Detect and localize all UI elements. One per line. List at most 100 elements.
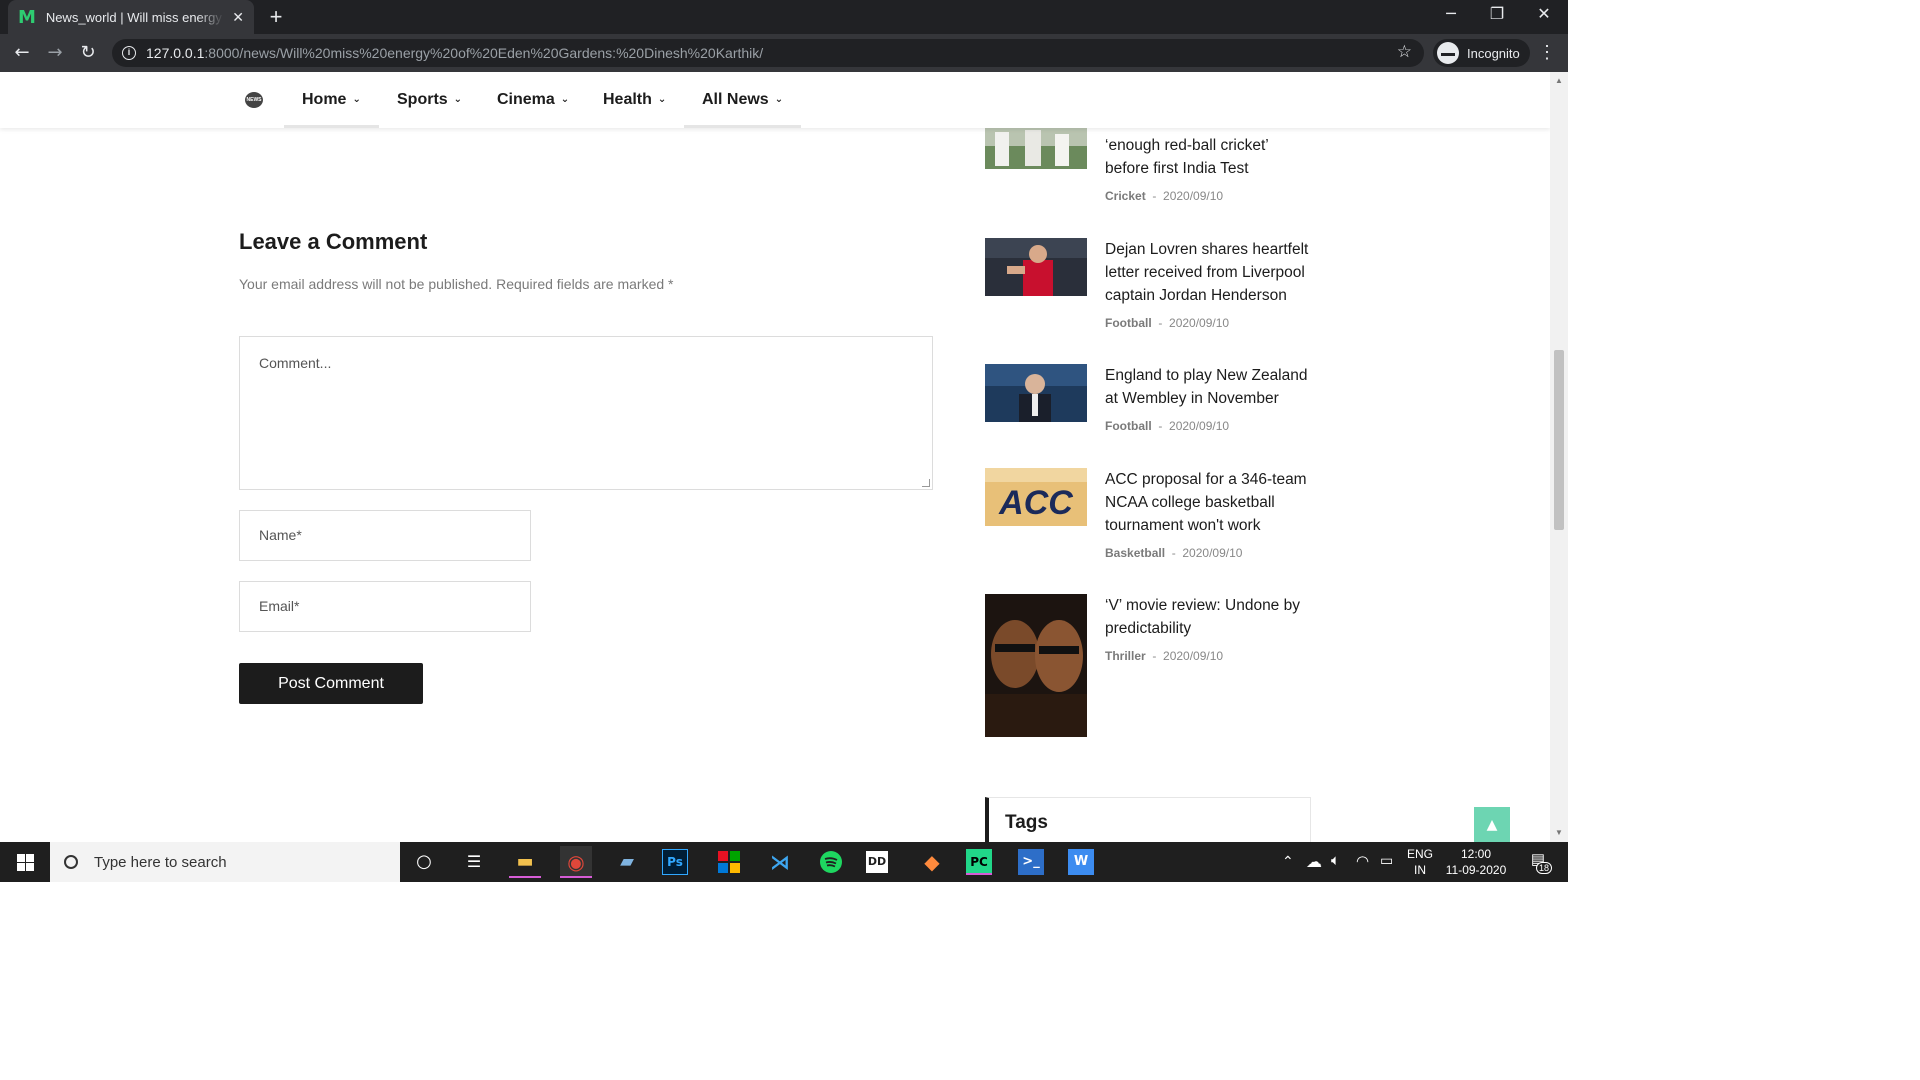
name-input[interactable]: Name* bbox=[239, 510, 531, 561]
onedrive-cloud-icon[interactable]: ☁ bbox=[1306, 852, 1322, 872]
site-favicon-icon: M bbox=[18, 6, 36, 28]
chevron-down-icon: ⌄ bbox=[560, 94, 570, 105]
url-path: :8000/news/Will%20miss%20energy%20of%20E… bbox=[204, 45, 764, 61]
taskbar-search-box[interactable]: Type here to search bbox=[50, 842, 400, 882]
incognito-label: Incognito bbox=[1467, 45, 1520, 61]
windows-start-icon[interactable] bbox=[0, 842, 50, 882]
comment-textarea[interactable]: Comment... bbox=[239, 336, 933, 490]
comment-section-title: Leave a Comment bbox=[239, 229, 428, 254]
news-item[interactable]: England to play New Zealand at Wembley i… bbox=[985, 364, 1315, 444]
site-logo[interactable]: NEWS bbox=[245, 92, 263, 108]
back-arrow-icon[interactable]: ← bbox=[9, 40, 35, 66]
back-to-top-button[interactable]: ▲ bbox=[1474, 807, 1510, 842]
nav-item-label: Cinema bbox=[497, 91, 555, 108]
news-meta: Cricket - 2020/09/10 bbox=[1105, 189, 1224, 203]
system-clock[interactable]: 12:00 11-09-2020 bbox=[1440, 846, 1512, 878]
file-explorer-icon[interactable]: ▬ bbox=[509, 846, 541, 878]
address-bar[interactable]: i 127.0.0.1:8000/news/Will%20miss%20ener… bbox=[112, 39, 1424, 67]
news-meta: Football - 2020/09/10 bbox=[1105, 419, 1230, 433]
wifi-icon[interactable]: ◠ bbox=[1356, 852, 1369, 870]
chevron-down-icon: ⌄ bbox=[352, 94, 361, 105]
volume-icon[interactable]: 🔈︎ bbox=[1331, 852, 1340, 869]
search-icon bbox=[64, 855, 78, 869]
news-thumbnail-football[interactable] bbox=[985, 238, 1087, 296]
news-category[interactable]: Cricket bbox=[1105, 189, 1146, 203]
powershell-icon[interactable]: >_ bbox=[1018, 849, 1044, 875]
task-view-icon[interactable]: ☰ bbox=[458, 846, 490, 878]
news-title[interactable]: ACC proposal for a 346-team NCAA college… bbox=[1105, 468, 1315, 537]
battery-icon[interactable]: ▭ bbox=[1380, 852, 1393, 869]
news-item[interactable]: Dejan Lovren shares heartfelt letter rec… bbox=[985, 238, 1315, 338]
bookmark-star-icon[interactable]: ☆ bbox=[1397, 42, 1412, 62]
nav-item-cinema[interactable]: Cinema ⌄ bbox=[479, 72, 587, 128]
news-title[interactable]: ‘V’ movie review: Undone by predictabili… bbox=[1105, 594, 1315, 640]
nav-item-label: Health bbox=[603, 91, 652, 108]
lang-code: ENG bbox=[1406, 847, 1433, 861]
new-tab-button[interactable]: + bbox=[266, 4, 286, 30]
sticky-notes-icon[interactable]: ◆ bbox=[916, 846, 948, 878]
resize-handle-icon[interactable] bbox=[922, 479, 930, 487]
site-navigation: NEWS Home ⌄ Sports ⌄ Cinema ⌄ Health ⌄ All N… bbox=[0, 72, 1550, 128]
news-category[interactable]: Thriller bbox=[1105, 649, 1146, 663]
nav-item-sports[interactable]: Sports ⌄ bbox=[379, 72, 480, 128]
news-item[interactable]: ‘V’ movie review: Undone by predictabili… bbox=[985, 594, 1315, 739]
chrome-icon[interactable]: ◉ bbox=[560, 846, 592, 878]
browser-toolbar: ← → ↻ i 127.0.0.1:8000/news/Will%20miss%… bbox=[0, 34, 1568, 72]
news-title[interactable]: ‘enough red-ball cricket’ before first I… bbox=[1105, 134, 1315, 180]
nav-item-health[interactable]: Health ⌄ bbox=[585, 72, 684, 128]
tab-title: News_world | Will miss energy of Eden Ga… bbox=[45, 9, 224, 25]
email-placeholder: Email* bbox=[259, 598, 300, 614]
comment-placeholder: Comment... bbox=[259, 355, 332, 371]
email-input[interactable]: Email* bbox=[239, 581, 531, 632]
notification-center-icon[interactable]: ▤ 18 bbox=[1524, 850, 1553, 874]
post-comment-button[interactable]: Post Comment bbox=[239, 663, 423, 704]
restore-icon[interactable]: ❐ bbox=[1482, 4, 1512, 23]
vscode-icon[interactable]: ⋊ bbox=[764, 846, 796, 878]
nav-item-label: Sports bbox=[397, 91, 448, 108]
chevron-down-icon: ⌄ bbox=[657, 94, 667, 105]
site-info-icon[interactable]: i bbox=[122, 46, 136, 60]
web-page: NEWS Home ⌄ Sports ⌄ Cinema ⌄ Health ⌄ All N… bbox=[0, 72, 1550, 842]
spotify-icon[interactable] bbox=[815, 846, 847, 878]
news-date: 2020/09/10 bbox=[1163, 189, 1224, 203]
clock-date: 11-09-2020 bbox=[1445, 863, 1507, 877]
language-indicator[interactable]: ENG IN bbox=[1404, 846, 1436, 878]
news-thumbnail-movie-poster[interactable] bbox=[985, 594, 1087, 737]
url-host: 127.0.0.1 bbox=[146, 45, 205, 61]
office-app-icon[interactable] bbox=[713, 846, 745, 878]
windows-taskbar: Type here to search ○ ☰ ▬ ◉ ▰ Ps ⋊ DD ◆ … bbox=[0, 842, 1568, 882]
news-thumbnail-england[interactable] bbox=[985, 364, 1087, 422]
news-title[interactable]: England to play New Zealand at Wembley i… bbox=[1105, 364, 1315, 410]
forward-arrow-icon[interactable]: → bbox=[42, 40, 68, 66]
minimize-icon[interactable]: ─ bbox=[1436, 4, 1466, 23]
dolby-icon[interactable]: DD bbox=[866, 851, 888, 873]
news-category[interactable]: Basketball bbox=[1105, 546, 1165, 560]
scroll-down-icon[interactable]: ▼ bbox=[1550, 828, 1568, 837]
pycharm-icon[interactable]: PC bbox=[966, 849, 992, 875]
browser-menu-icon[interactable]: ⋮ bbox=[1538, 42, 1556, 63]
scroll-up-icon[interactable]: ▲ bbox=[1550, 76, 1568, 85]
news-thumbnail-cricket[interactable] bbox=[985, 128, 1087, 169]
laptop-app-icon[interactable]: ▰ bbox=[611, 846, 643, 878]
cortana-icon[interactable]: ○ bbox=[408, 846, 440, 878]
url-text[interactable]: 127.0.0.1:8000/news/Will%20miss%20energy… bbox=[146, 45, 763, 61]
wps-writer-icon[interactable]: W bbox=[1068, 849, 1094, 875]
photoshop-icon[interactable]: Ps bbox=[662, 849, 688, 875]
tags-title: Tags bbox=[1005, 812, 1048, 833]
window-close-icon[interactable]: ✕ bbox=[1529, 4, 1559, 23]
incognito-profile-button[interactable]: Incognito bbox=[1433, 39, 1530, 67]
news-category[interactable]: Football bbox=[1105, 316, 1152, 330]
scrollbar-thumb[interactable] bbox=[1554, 350, 1564, 530]
browser-tab[interactable]: M News_world | Will miss energy of Eden … bbox=[8, 0, 254, 34]
news-thumbnail-acc-logo[interactable]: ACC bbox=[985, 468, 1087, 526]
nav-item-home[interactable]: Home ⌄ bbox=[284, 72, 379, 128]
page-scrollbar[interactable]: ▲ ▼ bbox=[1550, 72, 1568, 842]
news-category[interactable]: Football bbox=[1105, 419, 1152, 433]
news-item[interactable]: ACC ACC proposal for a 346-team NCAA col… bbox=[985, 468, 1315, 568]
chevron-down-icon: ⌄ bbox=[453, 94, 463, 105]
reload-icon[interactable]: ↻ bbox=[75, 40, 101, 66]
news-title[interactable]: Dejan Lovren shares heartfelt letter rec… bbox=[1105, 238, 1315, 307]
tab-close-icon[interactable]: ✕ bbox=[232, 9, 244, 26]
tray-expand-icon[interactable]: ⌃ bbox=[1282, 853, 1294, 870]
nav-item-all-news[interactable]: All News ⌄ bbox=[684, 72, 802, 128]
